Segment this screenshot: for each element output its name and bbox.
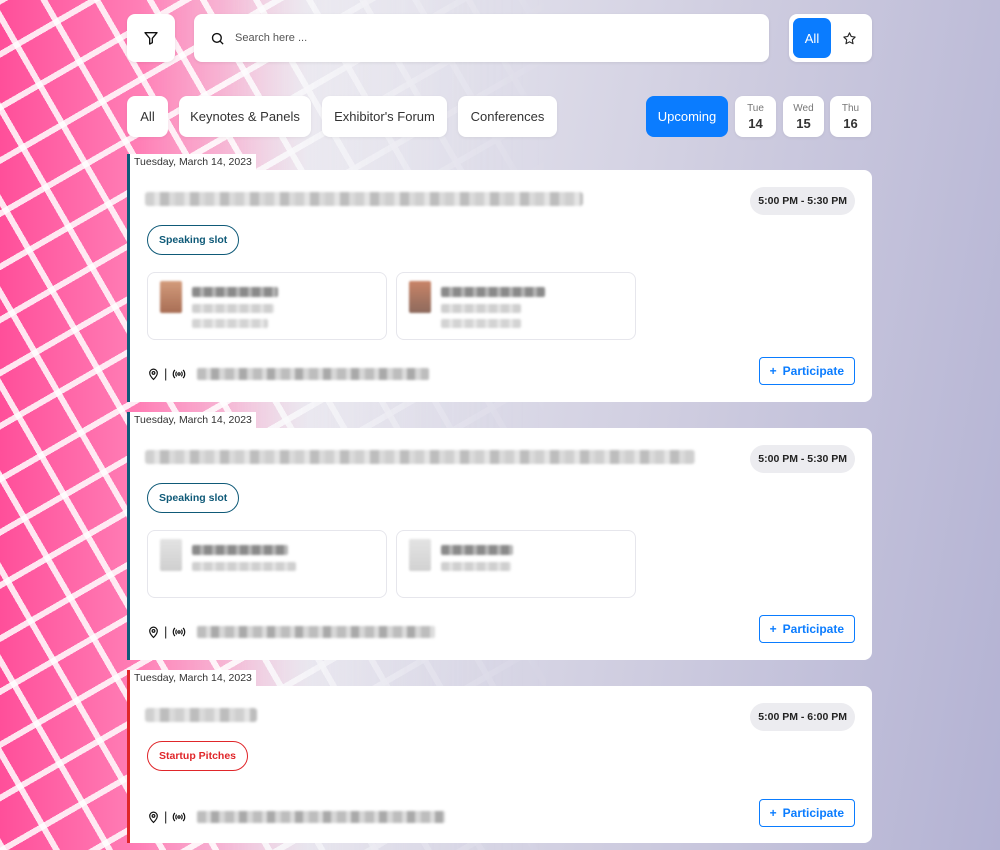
- event-title-redacted: [145, 450, 695, 464]
- speaker-card[interactable]: [147, 530, 387, 598]
- event-date: Tuesday, March 14, 2023: [130, 670, 256, 687]
- speaker-company-redacted: [441, 319, 521, 328]
- category-all[interactable]: All: [127, 96, 168, 137]
- speaker-role-redacted: [192, 562, 296, 571]
- event-title-redacted: [145, 192, 583, 206]
- search-input[interactable]: [235, 32, 735, 44]
- location-redacted: [197, 367, 430, 380]
- event-date: Tuesday, March 14, 2023: [130, 412, 256, 429]
- event-item: Tuesday, March 14, 2023 5:00 PM - 5:30 P…: [127, 154, 872, 402]
- location-redacted: [197, 810, 446, 823]
- event-time: 5:00 PM - 5:30 PM: [750, 445, 855, 473]
- category-keynotes-panels[interactable]: Keynotes & Panels: [179, 96, 311, 137]
- speaker-avatar: [160, 539, 182, 571]
- speaker-card[interactable]: [147, 272, 387, 340]
- location-pin-icon: [149, 811, 158, 823]
- separator: |: [164, 809, 168, 824]
- star-icon: [842, 31, 856, 44]
- speaker-avatar: [409, 539, 431, 571]
- speaker-card[interactable]: [396, 530, 636, 598]
- participate-label: Participate: [782, 806, 844, 820]
- speaker-role-redacted: [192, 304, 274, 313]
- filter-icon: [144, 31, 158, 45]
- search-bar[interactable]: [194, 14, 769, 62]
- speaker-avatar: [160, 281, 182, 313]
- category-conferences[interactable]: Conferences: [458, 96, 557, 137]
- day-wed[interactable]: Wed 15: [783, 96, 824, 137]
- broadcast-icon: [173, 812, 186, 821]
- participate-button[interactable]: + Participate: [758, 357, 855, 385]
- separator: |: [164, 366, 168, 381]
- plus-icon: +: [769, 806, 777, 820]
- event-type-tag: Speaking slot: [147, 225, 240, 255]
- speaker-role-redacted: [441, 304, 521, 313]
- event-type-tag: Speaking slot: [147, 483, 240, 513]
- location-pin-icon: [149, 626, 158, 638]
- participate-label: Participate: [782, 622, 844, 636]
- show-all-toggle[interactable]: All: [793, 18, 831, 58]
- day-thu[interactable]: Thu 16: [830, 96, 871, 137]
- event-card: 5:00 PM - 5:30 PM Speaking slot | + Part: [130, 428, 872, 660]
- separator: |: [164, 624, 168, 639]
- category-exhibitors-forum[interactable]: Exhibitor's Forum: [322, 96, 447, 137]
- favorites-star-button[interactable]: [831, 18, 867, 58]
- event-time: 5:00 PM - 6:00 PM: [750, 703, 855, 731]
- participate-label: Participate: [782, 364, 844, 378]
- location-row: |: [147, 809, 446, 824]
- event-type-tag: Startup Pitches: [147, 741, 249, 771]
- day-number: 15: [796, 115, 811, 131]
- day-name: Tue: [747, 102, 764, 114]
- favorites-toggle: All: [789, 14, 872, 62]
- participate-button[interactable]: + Participate: [758, 615, 855, 643]
- participate-button[interactable]: + Participate: [758, 799, 855, 827]
- event-card: 5:00 PM - 6:00 PM Startup Pitches | + Pa…: [130, 686, 872, 843]
- plus-icon: +: [769, 364, 777, 378]
- event-card: 5:00 PM - 5:30 PM Speaking slot | + Part…: [130, 170, 872, 402]
- location-pin-icon: [149, 368, 158, 380]
- location-row: |: [147, 624, 436, 639]
- day-name: Thu: [841, 102, 860, 114]
- speaker-name-redacted: [441, 545, 513, 555]
- day-name: Wed: [793, 102, 814, 114]
- location-redacted: [197, 625, 436, 638]
- event-time: 5:00 PM - 5:30 PM: [750, 187, 855, 215]
- event-title-redacted: [145, 708, 257, 722]
- plus-icon: +: [769, 622, 777, 636]
- speaker-role-redacted: [441, 562, 511, 571]
- day-number: 14: [748, 115, 763, 131]
- speaker-name-redacted: [192, 545, 288, 555]
- day-tue[interactable]: Tue 14: [735, 96, 776, 137]
- event-date: Tuesday, March 14, 2023: [130, 154, 256, 171]
- broadcast-icon: [173, 627, 186, 636]
- filter-button[interactable]: [127, 14, 175, 62]
- upcoming-button[interactable]: Upcoming: [646, 96, 728, 137]
- speaker-card[interactable]: [396, 272, 636, 340]
- broadcast-icon: [173, 369, 186, 378]
- speaker-name-redacted: [192, 287, 278, 297]
- day-number: 16: [843, 115, 858, 131]
- search-icon: [211, 32, 224, 45]
- speaker-name-redacted: [441, 287, 545, 297]
- location-row: |: [147, 366, 430, 381]
- event-item: Tuesday, March 14, 2023 5:00 PM - 6:00 P…: [127, 670, 872, 843]
- event-item: Tuesday, March 14, 2023 5:00 PM - 5:30 P…: [127, 412, 872, 660]
- speaker-company-redacted: [192, 319, 268, 328]
- speaker-avatar: [409, 281, 431, 313]
